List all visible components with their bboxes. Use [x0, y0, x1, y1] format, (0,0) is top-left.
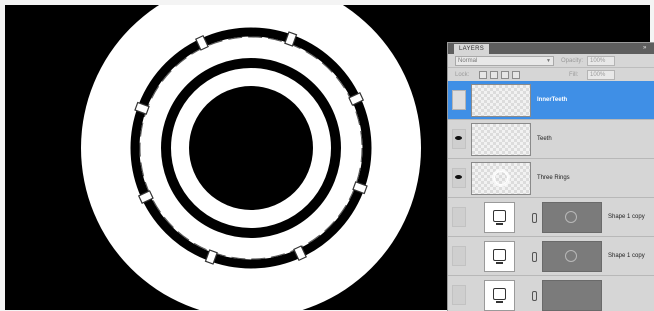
chain-link-icon[interactable]: [532, 213, 537, 223]
visibility-toggle[interactable]: [452, 246, 466, 266]
center-hole: [189, 86, 313, 210]
lock-icons-group: [479, 70, 520, 79]
rings-thumbnail-glyph: [494, 171, 508, 185]
layer-thumbnail: [471, 84, 531, 117]
lock-pixels-icon[interactable]: [490, 71, 498, 79]
collapse-icon[interactable]: »: [643, 45, 651, 51]
vector-shape-icon: [493, 210, 506, 225]
layers-list: InnerTeeth Teeth Three Rings Shape 1 cop…: [448, 81, 654, 311]
visibility-toggle[interactable]: [452, 90, 466, 110]
blend-opacity-row: Normal ▼ Opacity: 100%: [448, 54, 654, 68]
layer-thumbnail: [471, 123, 531, 156]
visibility-toggle[interactable]: [452, 129, 466, 149]
layer-row-three-rings[interactable]: Three Rings: [448, 159, 654, 198]
eye-icon: [455, 175, 462, 179]
visibility-toggle[interactable]: [452, 207, 466, 227]
layer-name: Shape 1 copy: [608, 214, 645, 220]
layers-tab[interactable]: LAYERS: [454, 44, 490, 54]
vector-mask-thumbnail: [542, 202, 602, 233]
fill-label: Fill:: [569, 72, 579, 78]
vector-shape-icon: [493, 249, 506, 264]
layers-panel: LAYERS » Normal ▼ Opacity: 100% Lock: Fi…: [447, 42, 654, 311]
mask-ring-glyph: [565, 250, 577, 262]
layer-name: Three Rings: [537, 175, 570, 181]
vector-mask-thumbnail: [542, 280, 602, 311]
chain-link-icon[interactable]: [532, 291, 537, 301]
dropdown-arrow-icon: ▼: [546, 58, 551, 64]
vector-mask-thumbnail: [542, 241, 602, 272]
opacity-label: Opacity:: [561, 58, 584, 64]
layer-row-shape-1-copy[interactable]: Shape 1 copy: [448, 198, 654, 237]
lock-label: Lock:: [455, 72, 470, 78]
layer-row-partial[interactable]: [448, 276, 654, 311]
layer-name: Shape 1 copy: [608, 253, 645, 259]
blend-mode-value: Normal: [458, 58, 478, 64]
layer-row-teeth[interactable]: Teeth: [448, 120, 654, 159]
lock-transparency-icon[interactable]: [479, 71, 487, 79]
layer-row-innerteeth[interactable]: InnerTeeth: [448, 81, 654, 120]
layer-name: InnerTeeth: [537, 97, 568, 103]
layer-thumbnail: [471, 162, 531, 195]
vector-shape-icon: [493, 288, 506, 303]
lock-fill-row: Lock: Fill: 100%: [448, 68, 654, 82]
layer-row-shape-1-copy-2[interactable]: Shape 1 copy: [448, 237, 654, 276]
shape-layer-thumbnail: [484, 280, 515, 311]
blend-mode-select[interactable]: Normal ▼: [455, 56, 554, 66]
opacity-field[interactable]: 100%: [587, 56, 615, 66]
mask-ring-glyph: [565, 211, 577, 223]
fill-field[interactable]: 100%: [587, 70, 615, 80]
visibility-toggle[interactable]: [452, 168, 466, 188]
lock-position-icon[interactable]: [501, 71, 509, 79]
visibility-toggle[interactable]: [452, 285, 466, 305]
panel-tab-bar: LAYERS »: [448, 43, 654, 54]
shape-layer-thumbnail: [484, 202, 515, 233]
chain-link-icon[interactable]: [532, 252, 537, 262]
layer-name: Teeth: [537, 136, 552, 142]
lock-all-icon[interactable]: [512, 71, 520, 79]
eye-icon: [455, 136, 462, 140]
shape-layer-thumbnail: [484, 241, 515, 272]
